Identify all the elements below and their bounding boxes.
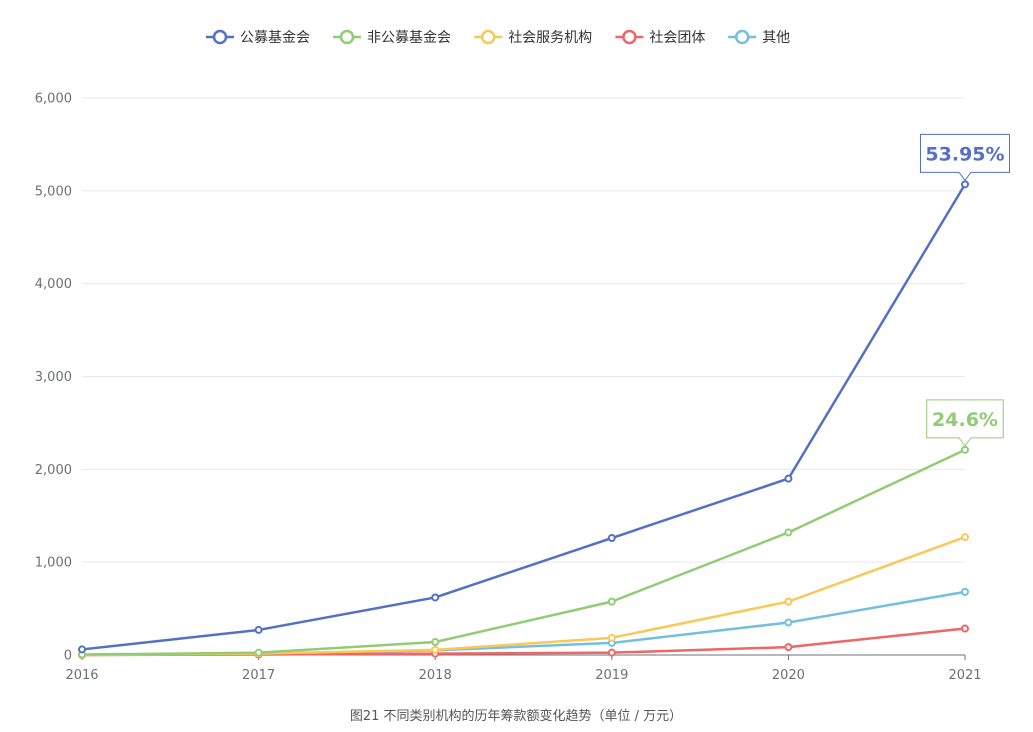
series-4-line [81,627,966,657]
grid-lines [82,97,965,563]
series-2-line [81,448,966,656]
x-tick-label: 2018 [419,668,452,683]
series-2-point [431,638,440,647]
series-1-point [607,534,616,543]
callouts: 53.95% 24.6% [920,133,1010,447]
callout-label: 53.95% [920,133,1010,182]
x-tick-label: 2016 [65,668,98,683]
series-5-group [78,587,969,659]
series-5-point [961,587,969,596]
series-2-point [607,597,616,606]
callout-text: 24.6% [932,409,998,431]
y-tick-label: 6,000 [35,92,72,107]
y-tick-label: 1,000 [35,556,72,571]
legend-circle-icon [339,29,355,45]
series-2-point [961,445,969,454]
x-tick-label: 2020 [772,668,805,683]
callout-label: 24.6% [926,399,1004,447]
chart-stage: 公募基金会 非公募基金会 社会服务机构 社会团体 其他 0 1,000 2,000 3,000… [0,0,1033,732]
legend-label: 社会团体 [649,30,705,46]
y-tick-label: 3,000 [35,370,72,385]
line-chart: 公募基金会 非公募基金会 社会服务机构 社会团体 其他 0 1,000 2,000 3,000… [35,29,1010,724]
series-1-group [78,180,969,654]
legend-circle-icon [480,29,496,45]
legend-label: 公募基金会 [240,29,310,46]
x-tick-label: 2021 [948,668,981,683]
series-1-line [81,183,967,651]
series-3-point [607,633,616,642]
series-2-point [784,528,793,537]
figure-caption: 图21 不同类别机构的历年筹款额变化趋势（单位 / 万元） [350,708,682,724]
series-1-point [431,593,440,602]
series-3-group [78,533,969,659]
series-3-point [961,533,969,542]
legend: 公募基金会 非公募基金会 社会服务机构 社会团体 其他 [206,29,790,46]
series-group [78,180,969,659]
series-3-point [431,645,440,654]
series-1-point [78,645,86,654]
legend-circle-icon [212,29,228,45]
series-5-line [81,590,966,657]
legend-circle-icon [734,29,750,45]
series-3-point [784,597,793,606]
series-2-group [78,445,969,659]
series-1-point [961,180,969,189]
series-1-point [784,474,793,483]
legend-item[interactable]: 社会服务机构 [474,29,592,46]
y-tick-label: 2,000 [35,463,72,478]
legend-circle-icon [622,29,637,45]
series-1-point [254,625,263,634]
callout-text: 53.95% [925,143,1004,165]
series-3-line [81,535,966,657]
x-tick-label: 2019 [595,668,628,683]
y-tick-label: 5,000 [35,184,72,199]
series-4-point [961,624,969,633]
series-4-point [607,648,616,657]
legend-label: 社会服务机构 [508,30,592,46]
legend-item[interactable]: 公募基金会 [206,29,310,46]
y-tick-label: 0 [64,649,72,664]
x-axis: 2016 2017 2018 2019 2020 2021 [65,654,982,683]
series-4-point [784,643,793,652]
y-axis: 0 1,000 2,000 3,000 4,000 5,000 6,000 [35,92,72,664]
legend-label: 非公募基金会 [367,29,451,46]
legend-item[interactable]: 其他 [728,29,790,46]
y-tick-label: 4,000 [35,277,72,292]
legend-item[interactable]: 非公募基金会 [333,29,451,46]
series-5-point [784,618,793,627]
legend-item[interactable]: 社会团体 [615,29,705,46]
series-2-point [254,648,263,657]
x-tick-label: 2017 [242,668,275,683]
legend-label: 其他 [762,30,790,46]
